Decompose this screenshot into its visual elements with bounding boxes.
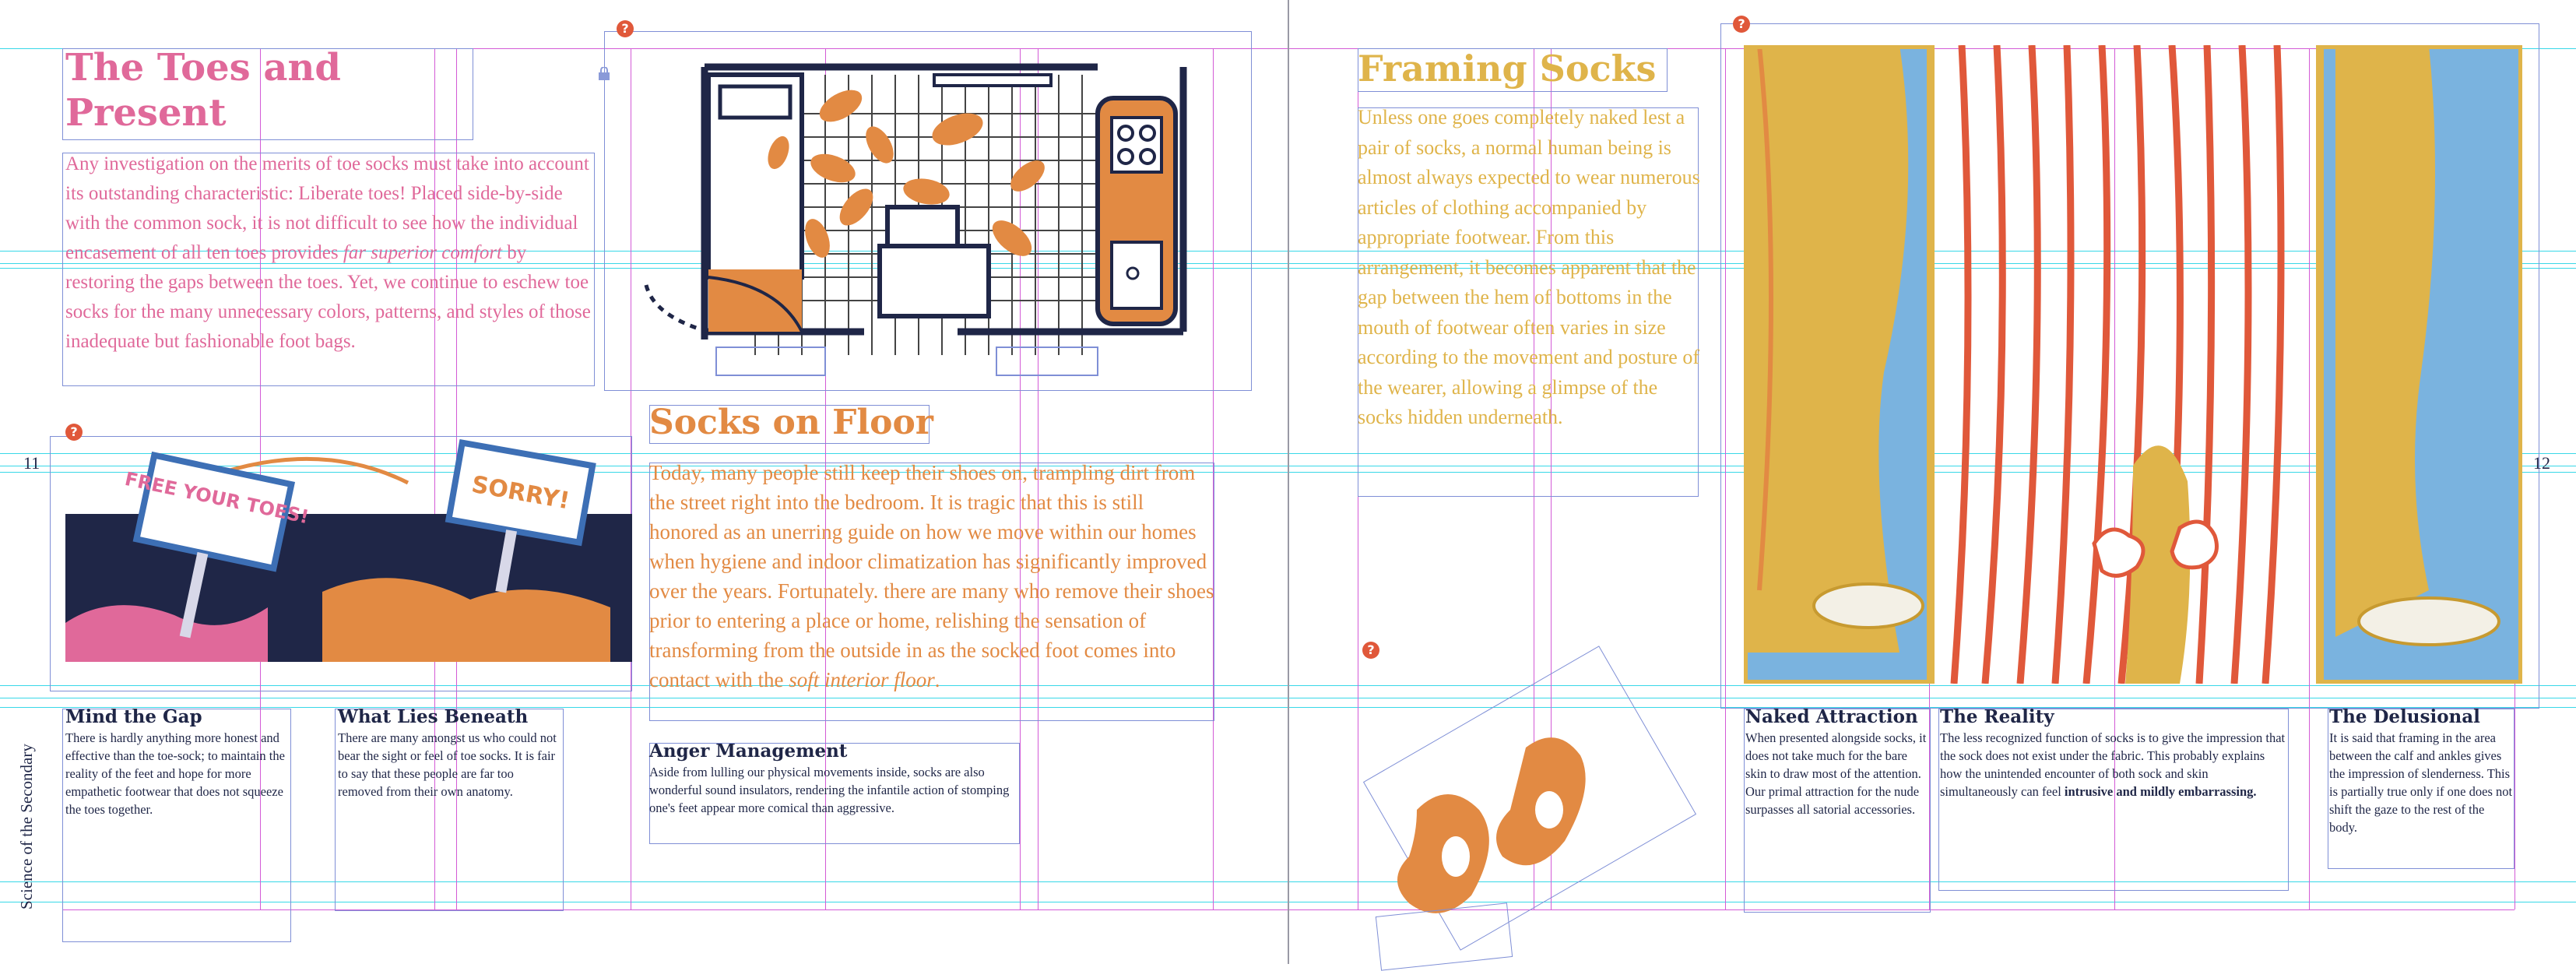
socks-pair-illustration xyxy=(1397,737,1586,913)
framing-article-title: Framing Socks xyxy=(1358,47,1657,90)
page-number: 12 xyxy=(2533,453,2550,473)
floor-article-title: Socks on Floor xyxy=(649,403,933,442)
question-marker-icon[interactable]: ? xyxy=(1733,16,1750,33)
question-marker-icon[interactable]: ? xyxy=(1362,642,1379,659)
caption-anger-management: Anger Management Aside from lulling our … xyxy=(649,741,1010,815)
toes-article-title: The Toes and Present xyxy=(65,46,341,135)
caption-the-reality: The Reality The less recognized function… xyxy=(1940,706,2286,799)
caption-mind-the-gap: Mind the Gap There is hardly anything mo… xyxy=(65,706,285,817)
caption-naked-attraction: Naked Attraction When presented alongsid… xyxy=(1745,706,1927,817)
page-spine xyxy=(1288,0,1289,964)
caption-what-lies-beneath: What Lies Beneath There are many amongst… xyxy=(338,706,557,799)
framing-article-body: Unless one goes completely naked lest a … xyxy=(1358,106,1700,428)
protest-illustration: FREE YOUR TOES! SORRY! xyxy=(65,438,632,662)
curtain-illustration xyxy=(1744,45,2522,684)
toes-article-body: Any investigation on the merits of toe s… xyxy=(65,153,591,352)
running-head: Science of the Secondary xyxy=(17,744,36,909)
floor-article-body: Today, many people still keep their shoe… xyxy=(649,461,1214,691)
caption-the-delusional: The Delusional It is said that framing i… xyxy=(2329,706,2513,835)
page-number: 11 xyxy=(23,453,40,473)
question-marker-icon[interactable]: ? xyxy=(617,20,634,37)
floor-plan-illustration xyxy=(644,63,1187,376)
lock-icon[interactable] xyxy=(598,67,610,81)
